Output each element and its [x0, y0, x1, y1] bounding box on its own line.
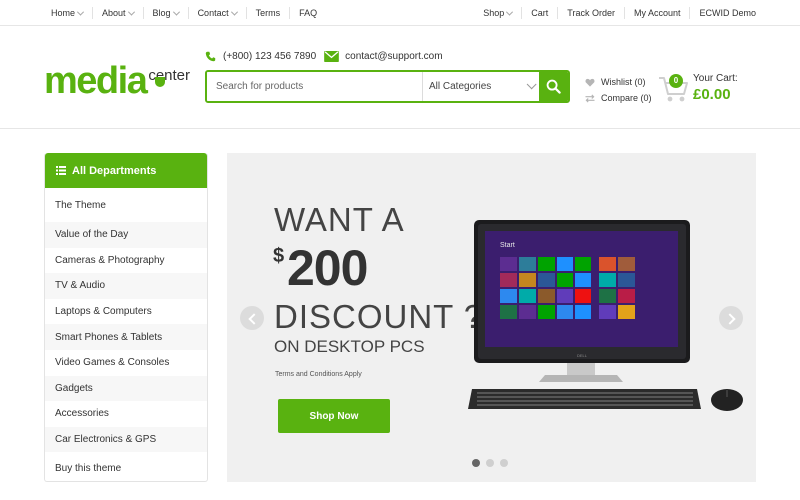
compare-icon	[585, 93, 595, 103]
nav-home[interactable]: Home	[44, 7, 94, 19]
department-item[interactable]: TV & Audio	[45, 273, 207, 299]
chevron-down-icon	[526, 79, 537, 90]
department-item[interactable]: The Theme	[45, 188, 207, 222]
wishlist-link[interactable]: Wishlist (0)	[584, 74, 652, 90]
hero-price-amount: 200	[287, 240, 368, 296]
logo-dot	[155, 77, 166, 87]
top-nav-left: Home About Blog Contact Terms FAQ	[44, 0, 317, 26]
slider-pagination	[472, 459, 514, 467]
monitor-brand: DELL	[577, 353, 588, 358]
department-item[interactable]: Value of the Day	[45, 222, 207, 248]
logo-text-sub: center	[148, 68, 190, 87]
nav-my-account-label: My Account	[633, 8, 681, 18]
nav-shop[interactable]: Shop	[476, 7, 523, 19]
departments-header[interactable]: All Departments	[45, 153, 207, 188]
departments-list: The Theme Value of the Day Cameras & Pho…	[45, 188, 207, 484]
phone-number: (+800) 123 456 7890	[223, 51, 317, 62]
department-item[interactable]: Smart Phones & Tablets	[45, 324, 207, 350]
search-input[interactable]	[207, 72, 423, 101]
nav-contact-label: Contact	[197, 8, 229, 18]
category-select[interactable]: All Categories	[423, 72, 539, 101]
departments-menu: All Departments The Theme Value of the D…	[44, 153, 208, 482]
category-select-value: All Categories	[429, 81, 492, 92]
slider-dot[interactable]	[472, 459, 480, 467]
email-contact: contact@support.com	[324, 51, 443, 62]
department-item[interactable]: Buy this theme	[45, 452, 207, 484]
phone-contact: (+800) 123 456 7890	[204, 51, 316, 62]
slider-dot[interactable]	[500, 459, 508, 467]
nav-about-label: About	[102, 8, 126, 18]
cart-label: Your Cart:	[693, 73, 738, 84]
hero-price-currency: $	[273, 245, 285, 267]
search-button[interactable]	[539, 72, 568, 101]
cart-total: £0.00	[693, 86, 731, 103]
chevron-down-icon	[76, 8, 85, 16]
hero-terms: Terms and Conditions Apply	[275, 371, 362, 378]
chevron-down-icon	[506, 8, 514, 16]
compare-link[interactable]: Compare (0)	[584, 90, 652, 106]
nav-contact[interactable]: Contact	[189, 7, 247, 19]
nav-ecwid-demo[interactable]: ECWID Demo	[690, 7, 756, 19]
department-item[interactable]: Accessories	[45, 401, 207, 427]
nav-about[interactable]: About	[93, 7, 144, 19]
hero-subtitle: ON DESKTOP PCS	[274, 337, 425, 356]
mini-links: Wishlist (0) Compare (0)	[584, 74, 652, 106]
hero-headline: WANT A	[274, 201, 405, 238]
nav-faq-label: FAQ	[299, 8, 318, 18]
nav-cart[interactable]: Cart	[522, 7, 559, 19]
chevron-down-icon	[230, 8, 238, 16]
phone-icon	[205, 51, 216, 62]
compare-label: Compare (0)	[601, 93, 652, 103]
chevron-down-icon	[127, 8, 135, 16]
department-item[interactable]: Video Games & Consoles	[45, 350, 207, 376]
nav-blog-label: Blog	[152, 8, 171, 18]
nav-blog[interactable]: Blog	[144, 7, 189, 19]
hero-slider: WANT A $ 200 DISCOUNT ? ON DESKTOP PCS T…	[227, 153, 756, 482]
nav-track-order[interactable]: Track Order	[558, 7, 625, 19]
wishlist-label: Wishlist (0)	[601, 77, 646, 87]
envelope-icon	[324, 51, 339, 62]
top-bar: Home About Blog Contact Terms FAQ Shop C…	[0, 0, 800, 26]
desktop-pc-image: Start DELL	[468, 220, 743, 411]
department-item[interactable]: Car Electronics & GPS	[45, 426, 207, 453]
nav-ecwid-demo-label: ECWID Demo	[699, 8, 756, 18]
nav-my-account[interactable]: My Account	[625, 7, 691, 19]
slider-next-button[interactable]	[719, 306, 743, 330]
search-bar: All Categories	[205, 70, 570, 103]
nav-terms-label: Terms	[255, 8, 281, 18]
list-icon	[56, 166, 66, 175]
contact-info: (+800) 123 456 7890 contact@support.com	[204, 51, 451, 62]
cart-widget[interactable]: 0 Your Cart: £0.00	[658, 70, 768, 106]
heart-icon	[585, 78, 595, 87]
shop-now-button[interactable]: Shop Now	[278, 399, 390, 433]
email-address[interactable]: contact@support.com	[345, 51, 442, 62]
nav-home-label: Home	[51, 8, 76, 18]
nav-shop-label: Shop	[483, 8, 505, 18]
nav-terms[interactable]: Terms	[247, 7, 291, 19]
search-icon	[546, 79, 561, 94]
cart-count-badge: 0	[669, 74, 683, 88]
slider-dot[interactable]	[486, 459, 494, 467]
header: media center (+800) 123 456 7890 contact…	[0, 27, 800, 129]
top-nav-right: Shop Cart Track Order My Account ECWID D…	[476, 0, 756, 26]
department-item[interactable]: Gadgets	[45, 375, 207, 402]
department-item[interactable]: Cameras & Photography	[45, 248, 207, 274]
logo[interactable]: media center	[44, 60, 190, 100]
nav-faq[interactable]: FAQ	[290, 7, 317, 19]
screen-start-label: Start	[500, 242, 515, 249]
hero-discount-text: DISCOUNT ?	[274, 298, 484, 335]
slider-prev-button[interactable]	[240, 306, 264, 330]
logo-text-main: media	[44, 60, 148, 102]
nav-track-order-label: Track Order	[567, 8, 615, 18]
nav-cart-label: Cart	[531, 8, 549, 18]
department-item[interactable]: Laptops & Computers	[45, 299, 207, 325]
departments-title: All Departments	[72, 164, 157, 177]
chevron-down-icon	[172, 8, 180, 16]
